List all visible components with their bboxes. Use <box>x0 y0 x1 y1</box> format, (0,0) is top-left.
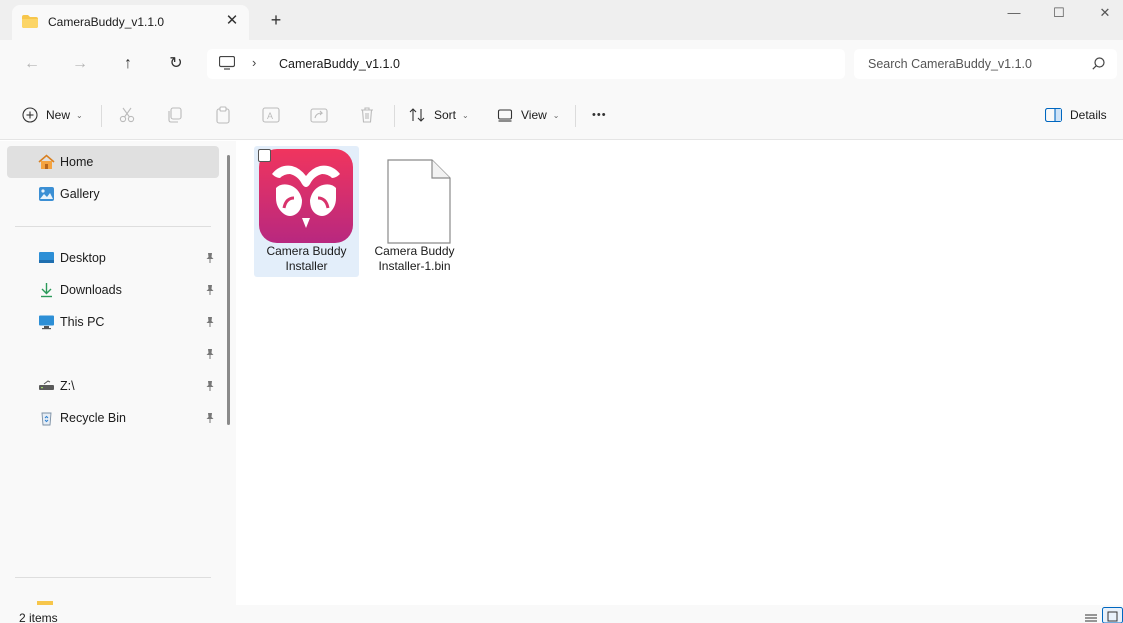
this-pc-icon <box>39 315 54 330</box>
sidebar-item-label: Home <box>60 155 94 169</box>
breadcrumb-chevron-icon[interactable]: › <box>252 55 256 70</box>
sidebar-item-label: Gallery <box>60 187 100 201</box>
camera-buddy-app-icon <box>259 149 353 243</box>
forward-button[interactable]: → <box>68 53 92 75</box>
paste-icon[interactable] <box>214 106 232 124</box>
sidebar-scrollbar[interactable] <box>227 155 230 425</box>
breadcrumb-current[interactable]: CameraBuddy_v1.1.0 <box>279 57 400 71</box>
chevron-down-icon: ⌄ <box>462 110 469 120</box>
svg-text:A: A <box>267 111 273 121</box>
item-count: 2 items <box>19 611 58 623</box>
pin-icon[interactable] <box>204 348 216 360</box>
gallery-icon <box>39 187 54 201</box>
separator <box>394 105 395 127</box>
up-button[interactable]: ↑ <box>116 53 140 75</box>
sort-button[interactable]: Sort ⌄ <box>409 104 469 126</box>
search-placeholder: Search CameraBuddy_v1.1.0 <box>868 57 1032 71</box>
sidebar-item-gallery[interactable]: Gallery <box>7 178 219 210</box>
divider <box>15 226 211 227</box>
details-pane-icon <box>1045 108 1062 122</box>
sidebar-item-downloads[interactable]: Downloads <box>7 274 219 306</box>
sidebar-item-home[interactable]: Home <box>7 146 219 178</box>
divider <box>15 577 211 578</box>
new-button[interactable]: New ⌄ <box>22 104 83 126</box>
sort-icon <box>409 108 425 122</box>
delete-icon[interactable] <box>358 106 376 124</box>
new-label: New <box>46 108 71 122</box>
tab-title: CameraBuddy_v1.1.0 <box>48 15 165 29</box>
refresh-button[interactable]: ↻ <box>164 53 188 75</box>
file-item[interactable]: Camera Buddy Installer-1.bin <box>362 146 467 277</box>
file-list: Camera Buddy Installer Camera Buddy Inst… <box>236 141 1123 605</box>
plus-circle-icon <box>22 107 38 123</box>
sidebar-item-label: Downloads <box>60 283 122 297</box>
cut-icon[interactable] <box>118 106 136 124</box>
pin-icon[interactable] <box>204 412 216 424</box>
address-bar[interactable]: › CameraBuddy_v1.1.0 <box>207 49 845 79</box>
search-box[interactable]: Search CameraBuddy_v1.1.0 <box>854 49 1117 79</box>
sidebar-item-unlabeled[interactable] <box>7 338 219 370</box>
minimize-button[interactable]: — <box>991 4 1037 26</box>
rename-icon[interactable]: A <box>262 106 280 124</box>
downloads-icon <box>41 283 52 298</box>
select-checkbox[interactable] <box>258 149 271 162</box>
details-view-icon[interactable] <box>1082 607 1100 623</box>
file-item[interactable]: Camera Buddy Installer <box>254 146 359 277</box>
drive-icon <box>39 380 54 390</box>
sidebar-item-this-pc[interactable]: This PC <box>7 306 219 338</box>
sidebar-item-desktop[interactable]: Desktop <box>7 242 219 274</box>
view-icon <box>497 109 513 122</box>
maximize-button[interactable]: ☐ <box>1036 4 1082 26</box>
sidebar-item-label: This PC <box>60 315 105 329</box>
details-button[interactable]: Details <box>1045 104 1107 126</box>
view-button[interactable]: View ⌄ <box>497 104 560 126</box>
navigation-pane: Home Gallery Desktop Downloads This PC Z… <box>0 141 236 605</box>
separator <box>575 105 576 127</box>
pin-icon[interactable] <box>204 316 216 328</box>
sidebar-item-z-drive[interactable]: Z:\ <box>7 370 219 402</box>
details-label: Details <box>1070 108 1107 122</box>
tab-close-icon[interactable]: ✕ <box>223 12 241 30</box>
computer-icon <box>219 56 235 70</box>
sidebar-item-label: Z:\ <box>60 379 75 393</box>
recycle-bin-icon <box>41 412 52 426</box>
back-button[interactable]: ← <box>20 53 44 75</box>
pin-icon[interactable] <box>204 284 216 296</box>
share-icon[interactable] <box>310 106 328 124</box>
more-icon: ••• <box>592 109 607 121</box>
sidebar-item-label: Recycle Bin <box>60 411 126 425</box>
chevron-down-icon: ⌄ <box>76 110 83 120</box>
status-bar: 2 items <box>0 605 1123 623</box>
file-name: Camera Buddy Installer-1.bin <box>374 244 455 273</box>
command-bar: New ⌄ A Sort ⌄ View ⌄ ••• Details <box>0 90 1123 140</box>
desktop-icon <box>39 252 54 263</box>
new-tab-button[interactable]: + <box>266 11 286 31</box>
search-icon[interactable] <box>1092 57 1105 70</box>
more-options-button[interactable]: ••• <box>592 104 607 126</box>
address-row: ← → ↑ ↻ › CameraBuddy_v1.1.0 Search Came… <box>0 40 1123 90</box>
separator <box>101 105 102 127</box>
tab-camerabuddy[interactable]: CameraBuddy_v1.1.0 ✕ <box>12 5 249 40</box>
close-window-button[interactable]: ✕ <box>1082 4 1123 26</box>
copy-icon[interactable] <box>166 106 184 124</box>
pin-icon[interactable] <box>204 380 216 392</box>
sidebar-item-recycle-bin[interactable]: Recycle Bin <box>7 402 219 434</box>
sidebar-item-label: Desktop <box>60 251 106 265</box>
chevron-down-icon: ⌄ <box>552 110 560 120</box>
large-icons-view-icon[interactable] <box>1102 607 1123 623</box>
generic-file-icon <box>387 159 451 244</box>
file-name: Camera Buddy Installer <box>266 244 347 273</box>
title-bar: CameraBuddy_v1.1.0 ✕ + — ☐ ✕ <box>0 0 1123 40</box>
pin-icon[interactable] <box>204 252 216 264</box>
sort-label: Sort <box>434 108 457 122</box>
view-label: View <box>521 108 547 122</box>
folder-icon <box>22 15 38 28</box>
home-icon <box>38 154 55 169</box>
